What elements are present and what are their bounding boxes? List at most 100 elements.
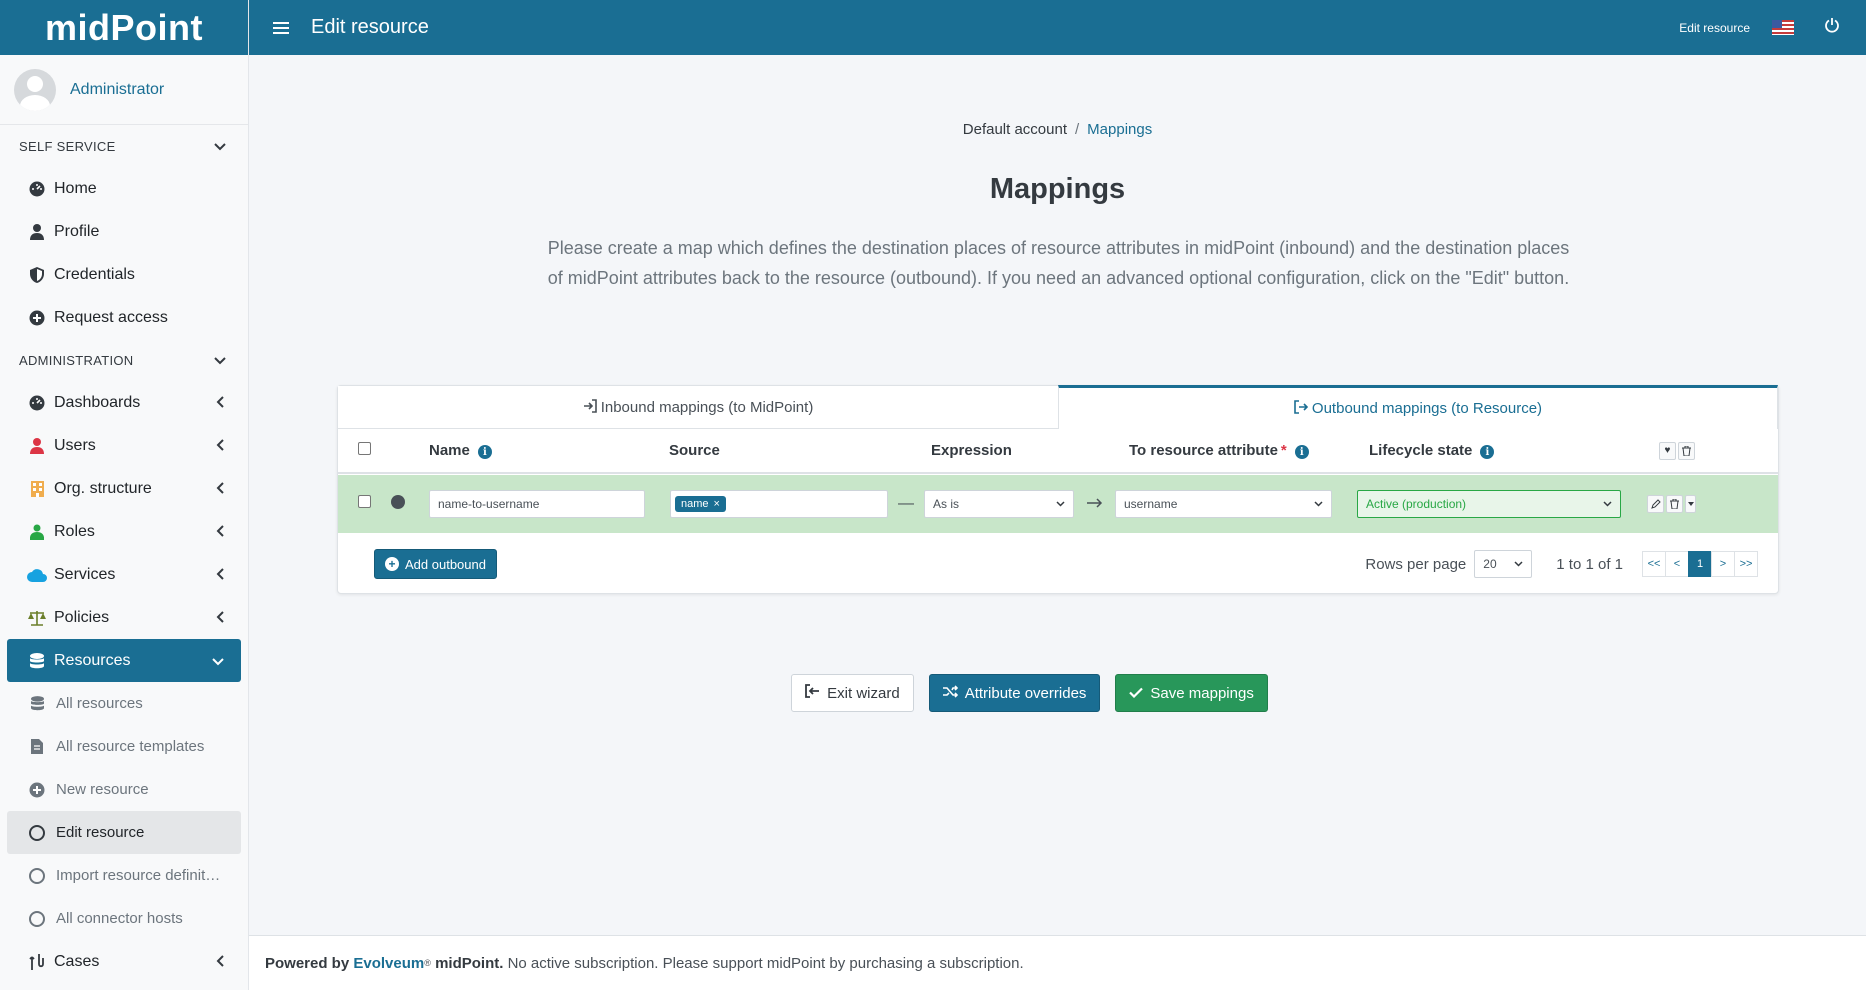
source-chip-label: name [681, 498, 709, 510]
top-header: Edit resource Edit resource [249, 0, 1866, 55]
sidebar-item-label: Request access [54, 308, 168, 326]
sidebar-item-label: Services [54, 565, 116, 583]
page-first-button[interactable]: << [1642, 551, 1666, 577]
building-icon [27, 479, 47, 499]
heartbeat-icon[interactable]: ♥ [1659, 441, 1676, 460]
sidebar-item-roles[interactable]: Roles [0, 510, 248, 553]
sidebar-item-policies[interactable]: Policies [0, 596, 248, 639]
sidebar-sub-all-resources[interactable]: All resources [0, 682, 248, 725]
chip-remove-icon[interactable]: × [714, 498, 720, 510]
sidebar-item-credentials[interactable]: Credentials [0, 253, 248, 296]
mapping-tabs: Inbound mappings (to MidPoint) Outbound … [338, 385, 1778, 429]
logo-text: midPoint [45, 6, 203, 48]
section-self-service[interactable]: SELF SERVICE [0, 125, 248, 167]
sidebar-sub-import-resource-definition[interactable]: Import resource definit… [0, 854, 248, 897]
column-name-label: Name [429, 441, 470, 459]
expression-select-value: As is [933, 497, 960, 511]
us-flag-icon[interactable] [1772, 20, 1794, 35]
row-checkbox[interactable] [358, 495, 371, 508]
attribute-overrides-button[interactable]: Attribute overrides [928, 674, 1101, 712]
info-icon[interactable]: i [1480, 445, 1495, 460]
sidebar-item-resources[interactable]: Resources [7, 639, 241, 682]
trash-icon[interactable] [1678, 441, 1695, 460]
midpoint-logo[interactable]: midPoint [0, 0, 248, 55]
mapping-name-input[interactable]: name-to-username [429, 490, 645, 518]
sidebar-item-label: Resources [54, 651, 131, 669]
footer-brand-link[interactable]: Evolveum [353, 955, 424, 972]
sidebar-sub-all-resource-templates[interactable]: All resource templates [0, 725, 248, 768]
info-icon[interactable]: i [477, 445, 492, 460]
breadcrumb: Default account / Mappings [249, 121, 1866, 138]
cases-icon [27, 952, 47, 972]
header-breadcrumb-label[interactable]: Edit resource [1679, 21, 1750, 35]
page-last-button[interactable]: >> [1734, 551, 1758, 577]
sidebar-item-label: Cases [54, 952, 100, 970]
breadcrumb-separator: / [1075, 121, 1080, 138]
sidebar-item-label: Profile [54, 222, 100, 240]
select-all-checkbox[interactable] [358, 442, 371, 455]
chevron-down-icon [1056, 499, 1065, 510]
column-lifecycle-label: Lifecycle state [1369, 441, 1473, 459]
hamburger-menu-icon[interactable] [273, 21, 289, 34]
page-prev-button[interactable]: < [1665, 551, 1689, 577]
sidebar-item-request-access[interactable]: Request access [0, 296, 248, 339]
page-footer: Powered by Evolveum ® midPoint. No active… [249, 935, 1866, 990]
lifecycle-state-select[interactable]: Active (production) [1357, 490, 1621, 518]
sidebar-sub-all-connector-hosts[interactable]: All connector hosts [0, 897, 248, 940]
avatar[interactable] [14, 68, 56, 111]
exit-wizard-label: Exit wizard [827, 684, 900, 702]
edit-icon[interactable] [1647, 495, 1664, 513]
chevron-left-icon [216, 610, 224, 626]
page-title: Edit resource [311, 16, 429, 38]
breadcrumb-current[interactable]: Mappings [1087, 121, 1152, 138]
rows-per-page-label: Rows per page [1365, 555, 1467, 573]
user-name-link[interactable]: Administrator [70, 81, 164, 99]
table-header: Name i Source Expression To resource attr… [338, 429, 1778, 474]
sidebar-sub-new-resource[interactable]: New resource [0, 768, 248, 811]
check-icon [1129, 685, 1144, 702]
add-outbound-button[interactable]: + Add outbound [374, 549, 497, 579]
pagination: << < 1 > >> [1642, 551, 1758, 577]
sidebar-item-home[interactable]: Home [0, 167, 248, 210]
chevron-left-icon [216, 438, 224, 454]
save-mappings-button[interactable]: Save mappings [1115, 674, 1268, 712]
sidebar-item-cases[interactable]: Cases [0, 940, 248, 983]
column-lifecycle: Lifecycle state i [1369, 442, 1659, 460]
caret-down-icon[interactable] [1685, 495, 1696, 513]
sidebar-item-label: Policies [54, 608, 110, 626]
user-tag-icon [27, 522, 47, 542]
info-icon[interactable]: i [1294, 445, 1309, 460]
sidebar-sub-edit-resource[interactable]: Edit resource [7, 811, 241, 854]
expression-select[interactable]: As is [924, 490, 1074, 518]
chevron-down-icon [214, 139, 226, 154]
pagination-range: 1 to 1 of 1 [1556, 555, 1623, 573]
header-right: Edit resource [1679, 17, 1866, 38]
trash-icon[interactable] [1666, 495, 1683, 513]
tab-inbound-mappings[interactable]: Inbound mappings (to MidPoint) [338, 386, 1058, 429]
column-source: Source [669, 442, 720, 459]
rows-per-page-select[interactable]: 20 [1474, 550, 1533, 578]
chevron-down-icon [1603, 499, 1612, 510]
page-1-button[interactable]: 1 [1688, 551, 1712, 577]
sidebar-sub-label: Import resource definit… [56, 867, 221, 884]
tab-outbound-mappings[interactable]: Outbound mappings (to Resource) [1058, 385, 1778, 429]
sign-out-icon [805, 684, 820, 702]
source-input[interactable]: name × [670, 490, 888, 518]
sidebar: midPoint Administrator SELF SERVICE Home… [0, 0, 249, 990]
sidebar-item-users[interactable]: Users [0, 424, 248, 467]
sidebar-item-dashboards[interactable]: Dashboards [0, 381, 248, 424]
row-actions [1647, 495, 1696, 513]
sidebar-item-org-structure[interactable]: Org. structure [0, 467, 248, 510]
breadcrumb-item[interactable]: Default account [963, 121, 1067, 138]
sidebar-item-profile[interactable]: Profile [0, 210, 248, 253]
section-administration[interactable]: ADMINISTRATION [0, 339, 248, 381]
exit-wizard-button[interactable]: Exit wizard [791, 674, 914, 712]
target-attribute-select[interactable]: username [1115, 490, 1332, 518]
chevron-left-icon [216, 524, 224, 540]
page-next-button[interactable]: > [1711, 551, 1735, 577]
power-icon[interactable] [1824, 17, 1840, 38]
sidebar-item-services[interactable]: Services [0, 553, 248, 596]
sidebar-item-label: Users [54, 436, 96, 454]
save-mappings-label: Save mappings [1150, 684, 1254, 702]
footer-powered: Powered by [265, 954, 350, 972]
